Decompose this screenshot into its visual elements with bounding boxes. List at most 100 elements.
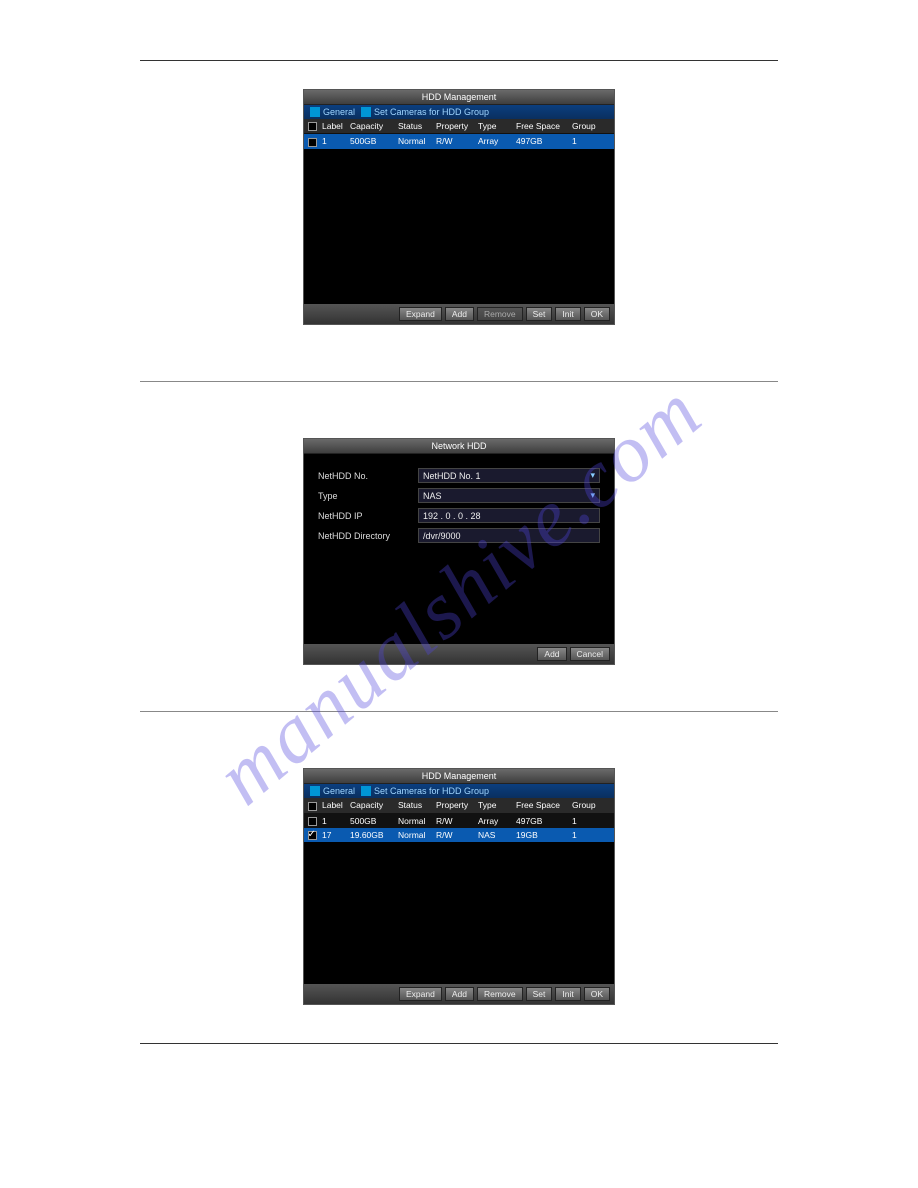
nethdd-no-select[interactable]: NetHDD No. 1 ▾: [418, 468, 600, 483]
select-all-checkbox[interactable]: [308, 122, 317, 131]
tab-general-icon: [310, 786, 320, 796]
cell-status: Normal: [396, 134, 434, 148]
row-checkbox[interactable]: [308, 138, 317, 147]
remove-button[interactable]: Remove: [477, 987, 523, 1001]
type-select[interactable]: NAS ▾: [418, 488, 600, 503]
col-group: Group: [570, 119, 604, 133]
form-row-no: NetHDD No. NetHDD No. 1 ▾: [318, 468, 600, 483]
cell-property: R/W: [434, 814, 476, 828]
hdd-management-window-1: HDD Management General Set Cameras for H…: [303, 89, 615, 325]
add-button[interactable]: Add: [537, 647, 566, 661]
form-body: NetHDD No. NetHDD No. 1 ▾ Type NAS ▾ Net…: [304, 454, 614, 644]
remove-button[interactable]: Remove: [477, 307, 523, 321]
expand-button[interactable]: Expand: [399, 307, 442, 321]
cell-freespace: 497GB: [514, 134, 570, 148]
cell-group: 1: [570, 134, 604, 148]
tab-setcams-icon: [361, 786, 371, 796]
tabs-bar: General Set Cameras for HDD Group: [304, 784, 614, 798]
expand-button[interactable]: Expand: [399, 987, 442, 1001]
dir-value: /dvr/9000: [423, 531, 461, 541]
col-property: Property: [434, 798, 476, 812]
chevron-down-icon: ▾: [590, 470, 595, 481]
type-label: Type: [318, 491, 418, 501]
col-label: Label: [320, 119, 348, 133]
tabs-bar: General Set Cameras for HDD Group: [304, 105, 614, 119]
tab-general-label: General: [323, 786, 355, 796]
cell-type: Array: [476, 814, 514, 828]
row-checkbox[interactable]: [308, 831, 317, 840]
cell-group: 1: [570, 814, 604, 828]
set-button[interactable]: Set: [526, 307, 553, 321]
row-checkbox[interactable]: [308, 817, 317, 826]
ok-button[interactable]: OK: [584, 987, 610, 1001]
tab-set-cameras[interactable]: Set Cameras for HDD Group: [359, 107, 491, 117]
chevron-down-icon: ▾: [590, 490, 595, 501]
table-row[interactable]: 1 500GB Normal R/W Array 497GB 1: [304, 814, 614, 828]
col-label: Label: [320, 798, 348, 812]
window-title: Network HDD: [304, 439, 614, 454]
add-button[interactable]: Add: [445, 987, 474, 1001]
divider: [140, 1043, 778, 1044]
hdd-management-window-2: HDD Management General Set Cameras for H…: [303, 768, 615, 1004]
init-button[interactable]: Init: [555, 987, 580, 1001]
button-bar: Add Cancel: [304, 644, 614, 664]
cell-type: Array: [476, 134, 514, 148]
nethdd-no-label: NetHDD No.: [318, 471, 418, 481]
cell-property: R/W: [434, 828, 476, 842]
col-freespace: Free Space: [514, 798, 570, 812]
tab-general-icon: [310, 107, 320, 117]
col-property: Property: [434, 119, 476, 133]
add-button[interactable]: Add: [445, 307, 474, 321]
form-row-type: Type NAS ▾: [318, 488, 600, 503]
window-title: HDD Management: [304, 90, 614, 105]
form-row-dir: NetHDD Directory /dvr/9000: [318, 528, 600, 543]
tab-setcams-label: Set Cameras for HDD Group: [374, 107, 489, 117]
ok-button[interactable]: OK: [584, 307, 610, 321]
tab-setcams-icon: [361, 107, 371, 117]
divider: [140, 711, 778, 712]
col-capacity: Capacity: [348, 798, 396, 812]
col-type: Type: [476, 798, 514, 812]
button-bar: Expand Add Remove Set Init OK: [304, 984, 614, 1004]
tab-general-label: General: [323, 107, 355, 117]
tab-general[interactable]: General: [308, 107, 357, 117]
ip-value: 192 . 0 . 0 . 28: [423, 511, 481, 521]
cell-label: 1: [320, 134, 348, 148]
set-button[interactable]: Set: [526, 987, 553, 1001]
cell-freespace: 19GB: [514, 828, 570, 842]
col-capacity: Capacity: [348, 119, 396, 133]
cell-type: NAS: [476, 828, 514, 842]
ip-label: NetHDD IP: [318, 511, 418, 521]
cell-capacity: 500GB: [348, 814, 396, 828]
cell-freespace: 497GB: [514, 814, 570, 828]
cell-label: 17: [320, 828, 348, 842]
init-button[interactable]: Init: [555, 307, 580, 321]
dir-label: NetHDD Directory: [318, 531, 418, 541]
dir-input[interactable]: /dvr/9000: [418, 528, 600, 543]
divider: [140, 381, 778, 382]
network-hdd-window: Network HDD NetHDD No. NetHDD No. 1 ▾ Ty…: [303, 438, 615, 665]
cell-group: 1: [570, 828, 604, 842]
col-type: Type: [476, 119, 514, 133]
cell-label: 1: [320, 814, 348, 828]
table-row[interactable]: 17 19.60GB Normal R/W NAS 19GB 1: [304, 828, 614, 842]
col-group: Group: [570, 798, 604, 812]
tab-general[interactable]: General: [308, 786, 357, 796]
cell-capacity: 19.60GB: [348, 828, 396, 842]
nethdd-no-value: NetHDD No. 1: [423, 471, 481, 481]
table-row[interactable]: 1 500GB Normal R/W Array 497GB 1: [304, 134, 614, 148]
cell-property: R/W: [434, 134, 476, 148]
cell-status: Normal: [396, 814, 434, 828]
col-status: Status: [396, 119, 434, 133]
cell-capacity: 500GB: [348, 134, 396, 148]
ip-input[interactable]: 192 . 0 . 0 . 28: [418, 508, 600, 523]
cancel-button[interactable]: Cancel: [570, 647, 610, 661]
table-body: 1 500GB Normal R/W Array 497GB 1: [304, 134, 614, 304]
tab-set-cameras[interactable]: Set Cameras for HDD Group: [359, 786, 491, 796]
cell-status: Normal: [396, 828, 434, 842]
type-value: NAS: [423, 491, 442, 501]
select-all-checkbox[interactable]: [308, 802, 317, 811]
tab-setcams-label: Set Cameras for HDD Group: [374, 786, 489, 796]
table-header-row: Label Capacity Status Property Type Free…: [304, 798, 614, 813]
table-body: 1 500GB Normal R/W Array 497GB 1 17 19.6…: [304, 814, 614, 984]
